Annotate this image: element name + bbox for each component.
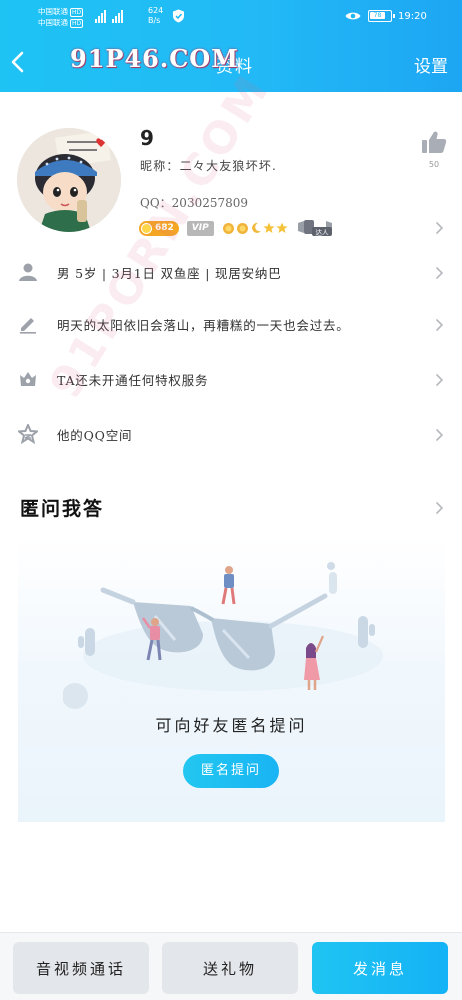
clock: 19:20	[398, 11, 427, 22]
carrier-1: 中国联通 HD	[38, 7, 84, 17]
level-badge[interactable]: 682	[139, 220, 179, 236]
sun-icon	[222, 222, 234, 234]
qa-card: 可向好友匿名提问 匿名提问	[18, 538, 445, 822]
star-icon	[18, 424, 38, 444]
row-qzone[interactable]: 他的QQ空间	[0, 409, 462, 461]
star-icon	[276, 222, 288, 233]
signature-text: 明天的太阳依旧会落山，再糟糕的一天也会过去。	[57, 318, 350, 333]
avatar[interactable]	[17, 128, 121, 232]
net-speed-value: 624	[148, 6, 164, 15]
shield-icon	[173, 9, 184, 23]
net-speed-unit: B/s	[148, 16, 161, 25]
row-basic-info[interactable]: 男 5岁 | 3月1日 双鱼座 | 现居安纳巴	[0, 247, 462, 299]
star-icon	[263, 222, 275, 233]
sun-icon	[236, 222, 248, 234]
row-privileges[interactable]: TA还未开通任何特权服务	[0, 354, 462, 406]
talent-badge-icon[interactable]: 达人	[296, 219, 334, 237]
back-arrow-icon[interactable]	[8, 48, 28, 76]
person-icon	[19, 263, 37, 281]
pencil-icon	[20, 318, 36, 334]
vip-badge[interactable]: VIP	[186, 220, 214, 236]
level-icons	[222, 222, 288, 235]
chevron-right-icon[interactable]	[435, 221, 444, 235]
level-value: 682	[155, 223, 174, 233]
battery-icon: 78	[368, 10, 395, 22]
crown-icon	[20, 372, 36, 386]
chevron-right-icon	[435, 318, 444, 332]
chevron-right-icon	[435, 266, 444, 280]
talent-badge-label: 达人	[315, 228, 329, 237]
qa-prompt-text: 可向好友匿名提问	[155, 716, 308, 735]
privileges-text: TA还未开通任何特权服务	[57, 373, 209, 388]
header-bar: 中国联通 HD 中国联通 HD 624 B/s 78 19:20 资料 91P46.…	[0, 0, 462, 92]
watermark-text: 91P46.COM	[70, 44, 239, 73]
chevron-right-icon	[435, 428, 444, 442]
qa-section-title: 匿问我答	[20, 498, 105, 520]
settings-button[interactable]: 设置	[414, 52, 448, 77]
qq-number: QQ：2030257809	[140, 196, 249, 210]
av-call-button[interactable]: 音视频通话	[13, 942, 149, 994]
thumbs-up-icon	[422, 131, 447, 153]
like-button[interactable]: 50	[419, 130, 449, 169]
ask-anonymous-button[interactable]: 匿名提问	[183, 754, 279, 788]
eye-icon	[345, 12, 361, 20]
basic-info-text: 男 5岁 | 3月1日 双鱼座 | 现居安纳巴	[57, 266, 282, 281]
signal-icon	[95, 9, 123, 23]
send-message-button[interactable]: 发消息	[312, 942, 448, 994]
qzone-text: 他的QQ空间	[57, 428, 133, 443]
net-speed: 624 B/s	[148, 6, 163, 26]
qa-illustration	[63, 562, 383, 709]
chevron-right-icon	[435, 373, 444, 387]
chevron-right-icon[interactable]	[435, 501, 444, 515]
like-count: 50	[428, 160, 440, 169]
send-gift-button[interactable]: 送礼物	[162, 942, 298, 994]
carrier-2-label: 中国联通	[38, 18, 68, 27]
coin-icon	[141, 222, 152, 234]
carrier-1-label: 中国联通	[38, 7, 68, 16]
badge-row[interactable]: 682 VIP 达人	[139, 219, 334, 237]
battery-level: 78	[370, 12, 385, 19]
hd-badge-1: HD	[70, 8, 84, 17]
bottom-action-bar: 音视频通话 送礼物 发消息	[0, 932, 462, 1000]
display-name: 9	[140, 126, 154, 150]
status-bar: 中国联通 HD 中国联通 HD 624 B/s 78 19:20	[0, 0, 462, 34]
avatar-image	[17, 128, 121, 232]
hd-badge-2: HD	[70, 19, 84, 28]
nickname-text: 昵称：二々大友狼坏坏.	[140, 159, 278, 173]
carrier-2: 中国联通 HD	[38, 18, 84, 28]
row-signature[interactable]: 明天的太阳依旧会落山，再糟糕的一天也会过去。	[0, 299, 462, 351]
moon-icon	[251, 222, 261, 233]
